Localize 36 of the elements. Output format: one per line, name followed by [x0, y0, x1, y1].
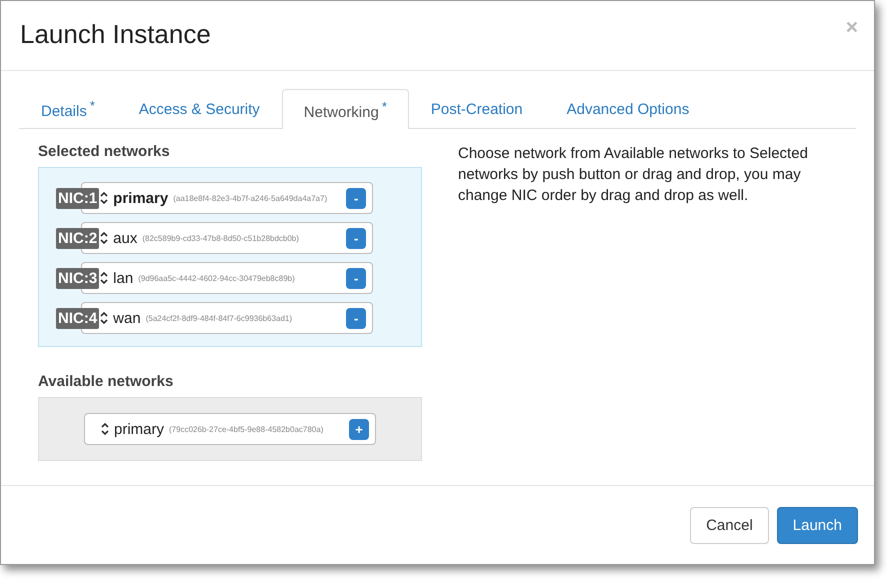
network-name: lan	[113, 270, 134, 286]
sort-icon	[100, 231, 108, 245]
launch-button[interactable]: Launch	[776, 506, 858, 544]
dialog-title: Launch Instance	[20, 19, 211, 50]
network-id: (5a24cf2f-8df9-484f-84f7-6c9936b63ad1)	[146, 314, 294, 322]
network-name: primary	[114, 420, 164, 438]
remove-button[interactable]: -	[346, 188, 366, 208]
tab[interactable]: Details $^{*}$	[19, 89, 117, 128]
network-id: (9d96aa5c-4442-4602-94cc-30479eb8c89b)	[138, 274, 296, 282]
nic-label: NIC:2	[56, 228, 100, 248]
sort-icon	[100, 271, 108, 285]
section-heading: Available networks	[38, 373, 174, 390]
remove-button[interactable]: -	[346, 228, 366, 248]
network-id: (79cc026b-27ce-4bf5-9e88-4582b0ac780a)	[169, 424, 324, 434]
network-name: wan	[113, 310, 141, 326]
sort-icon	[101, 422, 109, 436]
tab[interactable]: Networking $^{*}$	[282, 89, 409, 129]
network-name: primary	[113, 190, 168, 206]
remove-button[interactable]: -	[346, 268, 366, 288]
nic-label: NIC:4	[56, 308, 100, 328]
nic-label: NIC:3	[56, 268, 100, 288]
tab[interactable]: Advanced Options	[544, 89, 712, 128]
sort-icon	[100, 311, 108, 325]
help-text: Choose network from Available networks to Selected networks by push button or drag and drop, you may change NIC order by drag and drop as well.	[458, 144, 809, 206]
tab[interactable]: Post-Creation	[408, 89, 545, 128]
network-item[interactable]: primary (79cc026b-27ce-4bf5-9e88-4582b0ac780a) +	[84, 413, 376, 445]
remove-button[interactable]: -	[346, 308, 366, 328]
tab[interactable]: Access & Security	[116, 89, 282, 128]
nic-label: NIC:1	[56, 188, 100, 208]
network-id: (82c589b9-cd33-47b8-8d50-c51b28bdcb0b)	[142, 234, 300, 242]
section-heading: Selected networks	[38, 143, 171, 160]
add-button[interactable]: +	[349, 418, 369, 440]
sort-icon	[100, 191, 108, 205]
cancel-button[interactable]: Cancel	[690, 506, 769, 544]
network-name: aux	[113, 230, 138, 246]
network-id: (aa18e8f4-82e3-4b7f-a246-5a649da4a7a7)	[173, 194, 328, 202]
